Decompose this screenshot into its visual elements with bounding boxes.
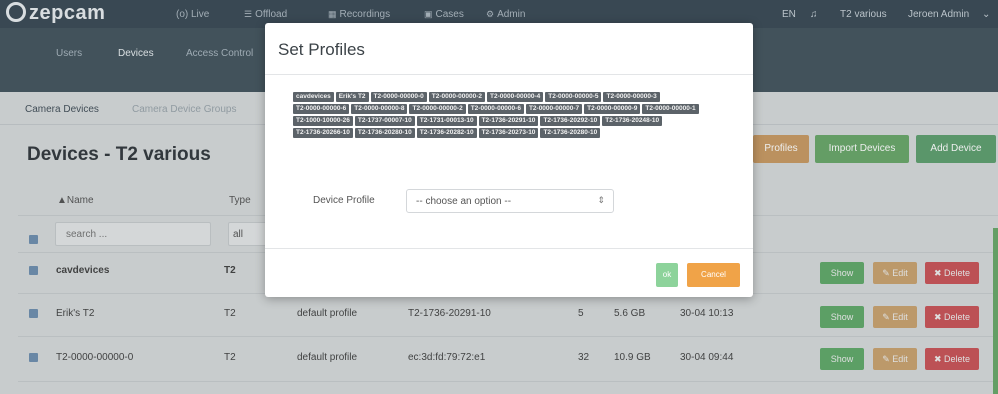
device-chip: T2-1736-20280-10 — [540, 128, 601, 138]
device-chip: T2-1736-20266-10 — [293, 128, 353, 138]
device-chip: T2-1000-10000-26 — [293, 116, 353, 126]
device-chip: T2-1731-00013-10 — [416, 116, 477, 126]
device-profile-label: Device Profile — [313, 195, 375, 206]
device-chip: T2-0000-00000-2 — [428, 92, 486, 102]
device-chip: T2-0000-00000-0 — [370, 92, 427, 102]
device-chip: T2-0000-00000-6 — [293, 104, 350, 114]
selected-devices-list: cavdevices Erik's T2 T2-0000-00000-0 T2-000… — [293, 92, 713, 140]
dialog-footer-divider — [265, 248, 753, 249]
device-chip: T2-1736-20248-10 — [602, 116, 663, 126]
device-profile-select[interactable]: -- choose an option -- ⇕ — [406, 189, 614, 213]
device-chip: T2-1736-20282-10 — [416, 128, 477, 138]
cancel-button[interactable]: Cancel — [687, 263, 740, 287]
device-chip: cavdevices — [293, 92, 334, 102]
device-chip: T2-1736-20292-10 — [540, 116, 601, 126]
device-chip: T2-0000-00000-7 — [525, 104, 583, 114]
set-profiles-dialog: Set Profiles cavdevices Erik's T2 T2-0000-… — [265, 23, 753, 297]
device-chip: T2-0000-00000-8 — [351, 104, 408, 114]
dialog-title: Set Profiles — [278, 40, 365, 59]
device-chip: T2-1737-00007-10 — [354, 116, 415, 126]
device-chip: T2-1736-20291-10 — [478, 116, 539, 126]
device-chip: T2-0000-00000-5 — [545, 92, 602, 102]
ok-button[interactable]: ok — [656, 263, 678, 287]
dialog-header-divider — [265, 74, 753, 75]
device-chip: T2-1736-20273-10 — [478, 128, 539, 138]
device-chip: T2-0000-00000-3 — [603, 92, 660, 102]
select-caret-icon: ⇕ — [597, 195, 605, 205]
device-chip: T2-0000-00000-6 — [467, 104, 524, 114]
device-chip: T2-0000-00000-4 — [487, 92, 544, 102]
device-chip: T2-1736-20280-10 — [354, 128, 415, 138]
device-chip: T2-0000-00000-1 — [642, 104, 699, 114]
device-profile-select-value: -- choose an option -- — [416, 196, 512, 207]
device-chip: T2-0000-00000-2 — [409, 104, 466, 114]
device-chip: T2-0000-00000-9 — [584, 104, 641, 114]
device-chip: Erik's T2 — [335, 92, 369, 102]
